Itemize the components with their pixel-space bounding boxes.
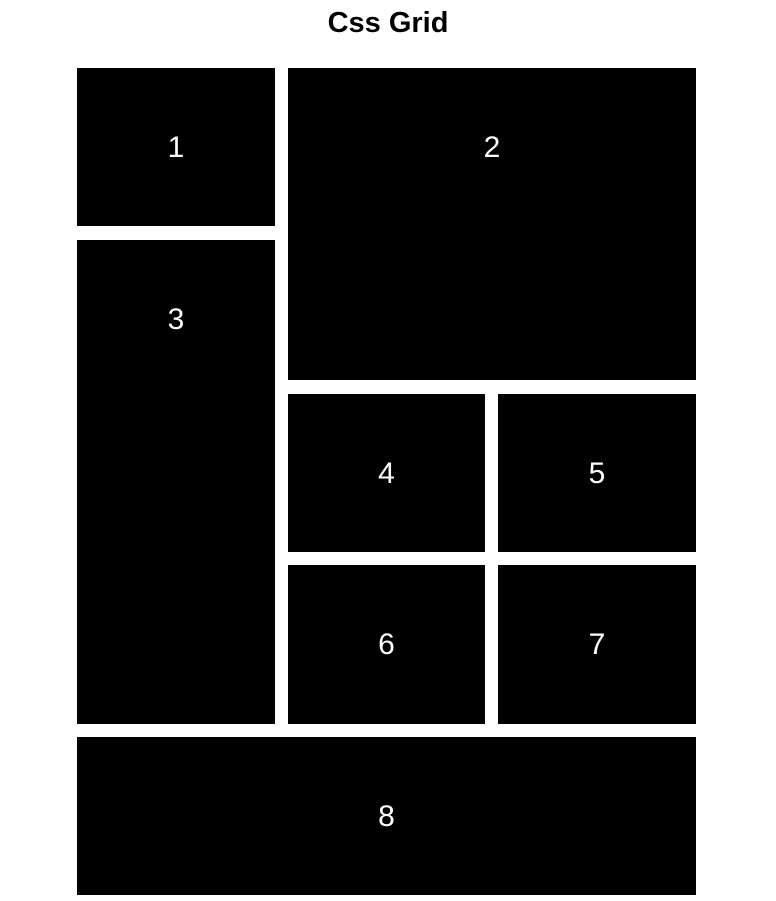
grid-cell-label: 3 <box>167 303 185 336</box>
diagram-title: Css Grid <box>327 7 449 39</box>
grid-cell-label: 7 <box>588 628 606 661</box>
grid-cell-label: 8 <box>378 800 395 833</box>
grid-cell-4: 4 <box>288 394 485 552</box>
grid-cell-6: 6 <box>288 565 485 724</box>
grid-cell-5: 5 <box>498 394 696 552</box>
grid-cell-7: 7 <box>498 565 696 724</box>
grid-cell-3: 3 <box>77 240 275 724</box>
grid-cell-label: 6 <box>378 628 395 661</box>
grid-cell-label: 1 <box>167 131 185 164</box>
grid-cell-1: 1 <box>77 68 275 226</box>
css-grid: 1 2 3 4 5 6 7 8 <box>77 68 696 895</box>
grid-cell-label: 4 <box>378 457 395 490</box>
grid-cell-label: 5 <box>588 457 606 490</box>
grid-cell-8: 8 <box>77 737 696 895</box>
grid-cell-label: 2 <box>483 131 501 164</box>
grid-cell-2: 2 <box>288 68 696 380</box>
